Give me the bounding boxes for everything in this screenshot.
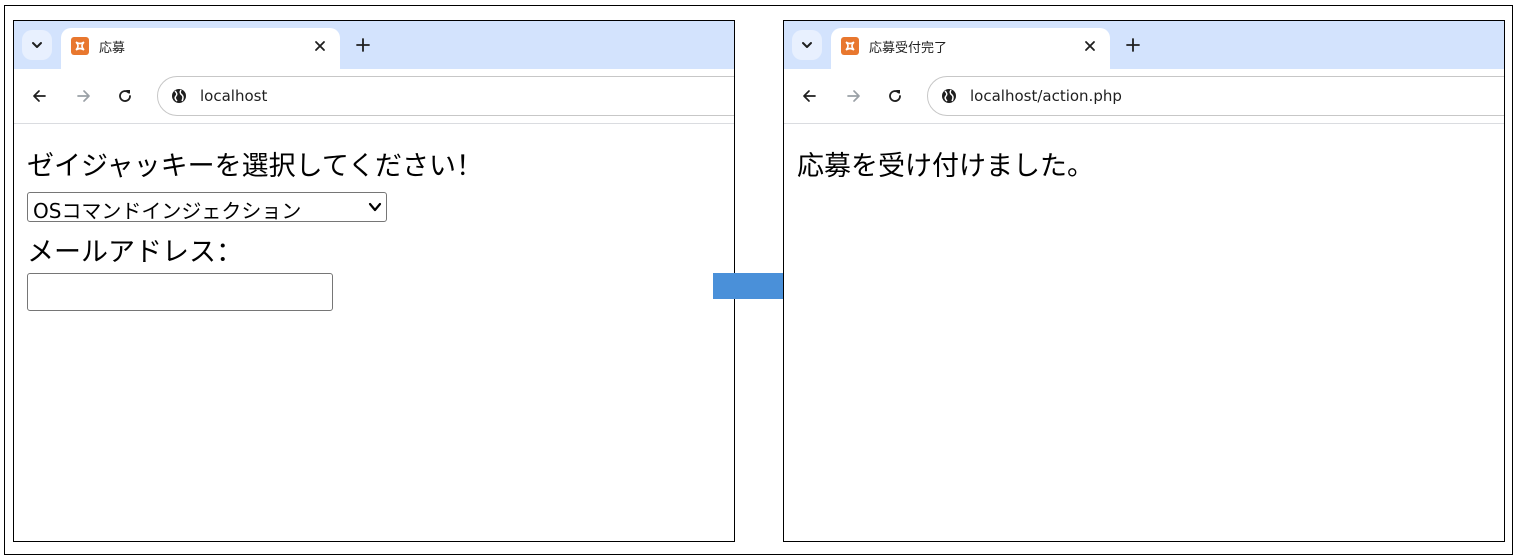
page-heading: ゼイジャッキーを選択してください！ bbox=[27, 151, 484, 182]
arrow-right-icon bbox=[847, 90, 860, 102]
chevron-down-icon bbox=[368, 202, 382, 212]
arrow-left-icon bbox=[803, 90, 816, 102]
confirmation-message: 応募を受け付けました。 bbox=[797, 151, 1094, 182]
tab-search-button[interactable] bbox=[792, 30, 822, 60]
vulnerability-select[interactable]: OSコマンドインジェクション bbox=[27, 192, 387, 223]
browser-window-form: 応募 localhost ゼイジャッキーを選択してください！ OSコマンドインジ… bbox=[13, 20, 735, 542]
globe-icon[interactable] bbox=[940, 87, 958, 105]
plus-icon bbox=[1126, 38, 1140, 52]
back-button[interactable] bbox=[796, 83, 822, 109]
arrow-left-icon bbox=[33, 90, 46, 102]
select-value: OSコマンドインジェクション bbox=[33, 199, 302, 223]
address-bar[interactable]: localhost bbox=[157, 76, 734, 116]
tab-strip: 応募受付完了 bbox=[784, 21, 1504, 69]
forward-button[interactable] bbox=[841, 83, 867, 109]
url-text: localhost/action.php bbox=[970, 87, 1122, 105]
xampp-favicon-icon bbox=[71, 37, 89, 55]
reload-icon bbox=[119, 90, 131, 102]
tab-title: 応募受付完了 bbox=[869, 41, 948, 56]
plus-icon bbox=[356, 38, 370, 52]
tab-search-button[interactable] bbox=[22, 30, 52, 60]
tab-close-button[interactable] bbox=[1078, 34, 1102, 58]
new-tab-button[interactable] bbox=[350, 32, 376, 58]
tab-strip: 応募 bbox=[14, 21, 734, 69]
tab-apply-complete[interactable]: 応募受付完了 bbox=[831, 28, 1110, 69]
forward-button[interactable] bbox=[71, 83, 97, 109]
reload-button[interactable] bbox=[112, 83, 138, 109]
tab-apply[interactable]: 応募 bbox=[61, 28, 340, 69]
globe-icon[interactable] bbox=[170, 87, 188, 105]
url-text: localhost bbox=[200, 87, 268, 105]
email-label: メールアドレス： bbox=[27, 237, 243, 268]
chevron-down-icon bbox=[802, 42, 812, 48]
browser-toolbar: localhost/action.php bbox=[784, 69, 1504, 124]
browser-toolbar: localhost bbox=[14, 69, 734, 124]
reload-button[interactable] bbox=[882, 83, 908, 109]
reload-icon bbox=[889, 90, 901, 102]
tab-close-button[interactable] bbox=[308, 34, 332, 58]
xampp-favicon-icon bbox=[841, 37, 859, 55]
page-content: ゼイジャッキーを選択してください！ OSコマンドインジェクション メールアドレス… bbox=[14, 124, 734, 541]
close-icon bbox=[315, 41, 325, 51]
page-content: 応募を受け付けました。 bbox=[784, 124, 1504, 541]
arrow-right-icon bbox=[77, 90, 90, 102]
tab-title: 応募 bbox=[99, 41, 126, 56]
chevron-down-icon bbox=[32, 42, 42, 48]
browser-window-complete: 応募受付完了 localhost/action.php 応募を受け付けました。 bbox=[783, 20, 1505, 542]
back-button[interactable] bbox=[26, 83, 52, 109]
close-icon bbox=[1085, 41, 1095, 51]
address-bar[interactable]: localhost/action.php bbox=[927, 76, 1504, 116]
email-field[interactable] bbox=[27, 273, 333, 311]
new-tab-button[interactable] bbox=[1120, 32, 1146, 58]
